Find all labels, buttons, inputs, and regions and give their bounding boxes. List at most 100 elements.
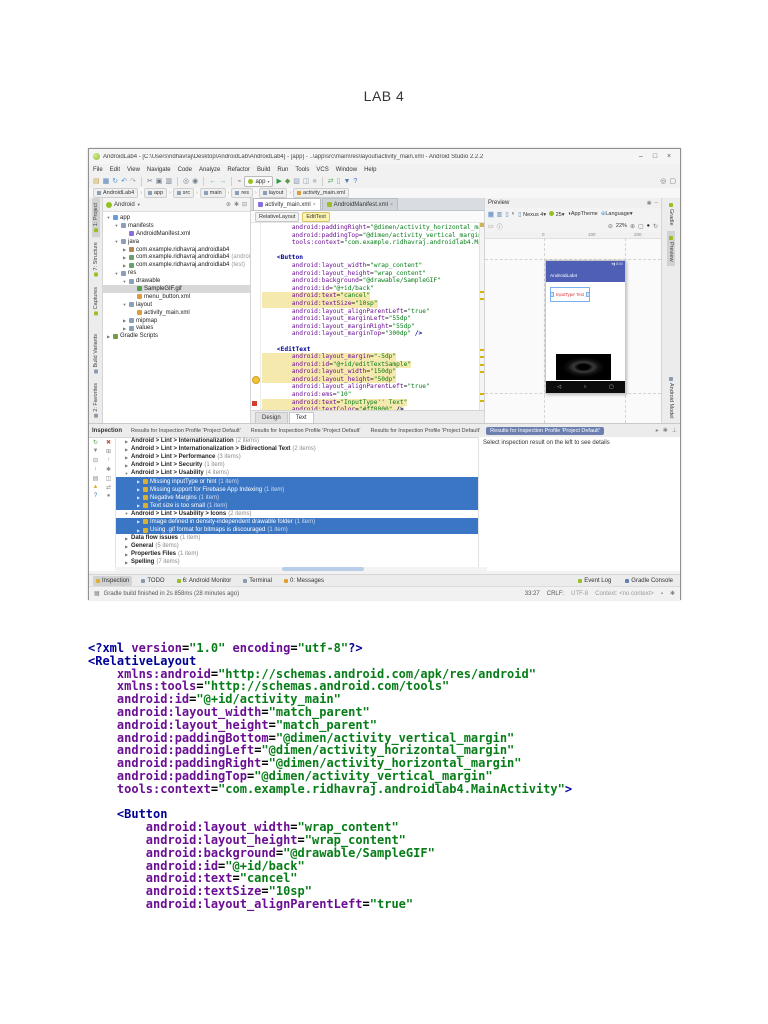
inspection-result-tab-3[interactable]: Results for Inspection Profile 'Project … bbox=[366, 427, 484, 435]
toolwindow-tab-terminal[interactable]: Terminal bbox=[240, 576, 275, 586]
home-nav-icon[interactable]: ○ bbox=[584, 384, 587, 390]
code-line[interactable]: android:id="@+id/back" bbox=[262, 285, 479, 293]
breadcrumb-item-res[interactable]: res bbox=[231, 188, 253, 198]
tree-item-com-example-ridhavraj-androidlab4[interactable]: ▶ com.example.ridhavraj.androidlab4 bbox=[103, 246, 250, 254]
tree-item-androidmanifest-xml[interactable]: AndroidManifest.xml bbox=[103, 230, 250, 238]
tree-item-manifests[interactable]: ▼ manifests bbox=[103, 222, 250, 230]
menu-run[interactable]: Run bbox=[277, 167, 288, 173]
inspection-row[interactable]: ▶ General (5 items) bbox=[116, 542, 478, 550]
code-line[interactable]: android:layout_alignParentLeft="true" bbox=[262, 383, 479, 391]
save-icon[interactable]: ▦ bbox=[103, 177, 110, 186]
inspection-row[interactable]: ▶ Data flow issues (1 item) bbox=[116, 534, 478, 542]
hide-panel-icon[interactable]: – bbox=[655, 200, 658, 207]
help-icon[interactable]: ? bbox=[353, 177, 357, 186]
inspection-row[interactable]: ▶ Android > Lint > Performance (3 items) bbox=[116, 453, 478, 461]
element-crumb-edittext[interactable]: EditText bbox=[302, 211, 330, 222]
variants-icon[interactable]: ▭ bbox=[488, 223, 494, 230]
code-line[interactable]: android:layout_height="50dp" bbox=[262, 375, 479, 384]
inspection-result-tab-4[interactable]: Results for Inspection Profile 'Project … bbox=[486, 426, 604, 435]
profile-icon[interactable]: ◫ bbox=[303, 177, 310, 186]
mark-icon[interactable]: ● bbox=[107, 493, 111, 499]
settings-icon[interactable]: ✱ bbox=[106, 466, 111, 473]
group-icon[interactable]: ◫ bbox=[106, 475, 112, 482]
zoom-in-icon[interactable]: ⊕ bbox=[630, 223, 635, 230]
gear-icon[interactable]: ✱ bbox=[647, 200, 652, 207]
toolwindow-tab-todo[interactable]: TODO bbox=[138, 576, 167, 586]
breadcrumb-item-activity_main.xml[interactable]: activity_main.xml bbox=[293, 188, 349, 198]
back-nav-icon[interactable]: ◁ bbox=[557, 384, 561, 390]
menu-refactor[interactable]: Refactor bbox=[227, 167, 250, 173]
expand-all-icon[interactable]: ⊞ bbox=[106, 448, 111, 455]
tree-item-res[interactable]: ▼ res bbox=[103, 269, 250, 277]
device-preview[interactable]: ▾▮ 8:00 AndroidLab4 InputType' Text ◁ ○ ▢ bbox=[545, 260, 626, 394]
autoscroll-icon[interactable]: ⇄ bbox=[106, 484, 111, 491]
menu-tools[interactable]: Tools bbox=[295, 167, 309, 173]
pan-icon[interactable]: ● bbox=[647, 223, 650, 229]
close-button[interactable]: × bbox=[662, 153, 676, 160]
tree-item-samplegif-gif[interactable]: SampleGIF.gif bbox=[103, 285, 250, 293]
redo-icon[interactable]: ↷ bbox=[130, 177, 136, 186]
coverage-icon[interactable]: ▧ bbox=[293, 177, 300, 186]
paste-icon[interactable]: ▥ bbox=[165, 177, 172, 186]
panel-toggle-icon[interactable]: ▢ bbox=[669, 177, 676, 186]
sdk-manager-icon[interactable]: ▼ bbox=[343, 177, 350, 186]
scrollbar-thumb[interactable] bbox=[282, 567, 365, 571]
element-crumb-relativelayout[interactable]: RelativeLayout bbox=[255, 211, 300, 222]
inspection-row[interactable]: ▶ Missing support for Firebase App Indexi… bbox=[116, 485, 478, 494]
menu-edit[interactable]: Edit bbox=[110, 167, 120, 173]
code-line[interactable]: android:background="@drawable/SampleGIF" bbox=[262, 277, 479, 285]
inspection-row[interactable]: ▶ Android > Lint > Internationalization >… bbox=[116, 445, 478, 453]
selection-handle[interactable] bbox=[586, 292, 589, 297]
find-icon[interactable]: ◎ bbox=[183, 177, 189, 186]
theme-variant-icon[interactable]: ◐ bbox=[512, 211, 516, 217]
close-icon[interactable]: × bbox=[390, 202, 393, 208]
orientation-icon[interactable]: ▯ bbox=[505, 211, 508, 218]
code-line[interactable]: android:layout_margin="-5dp" bbox=[262, 353, 479, 361]
inspection-result-tab-1[interactable]: Results for Inspection Profile 'Project … bbox=[127, 427, 245, 435]
search-everywhere-icon[interactable]: ◎ bbox=[660, 177, 666, 186]
breadcrumb-item-main[interactable]: main bbox=[199, 188, 226, 198]
code-line[interactable]: android:paddingTop="@dimen/activity_vert… bbox=[262, 232, 484, 240]
tree-item-com-example-ridhavraj-androidlab4[interactable]: ▶ com.example.ridhavraj.androidlab4 (andr… bbox=[103, 253, 250, 261]
menu-code[interactable]: Code bbox=[178, 167, 192, 173]
menu-window[interactable]: Window bbox=[336, 167, 357, 173]
tree-item-mipmap[interactable]: ▶ mipmap bbox=[103, 317, 250, 325]
code-editor[interactable]: android:paddingRight="@dimen/activity_ho… bbox=[251, 223, 484, 410]
code-line[interactable]: android:layout_alignParentLeft="true" bbox=[262, 308, 479, 316]
tree-item-values[interactable]: ▶ values bbox=[103, 324, 250, 332]
code-line[interactable]: android:layout_marginTop="300dp" /> bbox=[262, 330, 479, 338]
severity-icon[interactable]: ▲ bbox=[93, 484, 99, 491]
code-line[interactable] bbox=[262, 338, 479, 346]
tool-strip-tab-7-structure[interactable]: 7: Structure bbox=[92, 237, 100, 281]
caret-position[interactable]: 33:27 bbox=[525, 591, 540, 597]
menu-file[interactable]: File bbox=[93, 167, 103, 173]
tree-item-com-example-ridhavraj-androidlab4[interactable]: ▶ com.example.ridhavraj.androidlab4 (test… bbox=[103, 261, 250, 269]
inspection-row[interactable]: ▶ Negative Margins (1 item) bbox=[116, 493, 478, 502]
attach-debugger-icon[interactable]: ⌁ bbox=[237, 177, 241, 186]
filter-icon[interactable]: ▼ bbox=[93, 448, 99, 455]
tree-item-menu-button-xml[interactable]: menu_button.xml bbox=[103, 293, 250, 301]
run-icon[interactable]: ▶ bbox=[276, 177, 281, 186]
export-icon[interactable]: ▤ bbox=[93, 475, 99, 482]
tree-item-drawable[interactable]: ▼ drawable bbox=[103, 277, 250, 285]
recents-nav-icon[interactable]: ▢ bbox=[609, 384, 614, 390]
toolwindow-tab-gradle-console[interactable]: Gradle Console bbox=[622, 576, 676, 586]
editor-mode-tab-design[interactable]: Design bbox=[255, 411, 288, 423]
inspection-row[interactable]: ▶ Missing inputType or hint (1 item) bbox=[116, 477, 478, 486]
tree-item-gradle-scripts[interactable]: ▶ Gradle Scripts bbox=[103, 332, 250, 340]
refresh-icon[interactable]: ↻ bbox=[653, 223, 658, 230]
inspection-row[interactable]: ▼ Android > Lint > Usability > Icons (2 i… bbox=[116, 510, 478, 518]
cut-icon[interactable]: ✂ bbox=[147, 177, 153, 186]
rerun-icon[interactable]: ↻ bbox=[93, 439, 98, 446]
menu-analyze[interactable]: Analyze bbox=[199, 167, 220, 173]
undo-icon[interactable]: ↶ bbox=[121, 177, 127, 186]
edittext-preview[interactable]: InputType' Text bbox=[550, 287, 590, 302]
blueprint-mode-icon[interactable]: ▥ bbox=[497, 211, 503, 218]
menu-vcs[interactable]: VCS bbox=[316, 167, 328, 173]
toolwindow-toggle-icon[interactable]: ▦ bbox=[94, 590, 100, 597]
sync-gradle-icon[interactable]: ⇄ bbox=[328, 177, 334, 186]
tree-item-java[interactable]: ▼ java bbox=[103, 238, 250, 246]
device-selector[interactable]: ▯ Nexus 4▾ bbox=[518, 211, 546, 218]
hide-panel-icon[interactable]: ⊥ bbox=[672, 427, 677, 434]
code-line[interactable]: android:layout_marginLeft="55dp" bbox=[262, 315, 479, 323]
